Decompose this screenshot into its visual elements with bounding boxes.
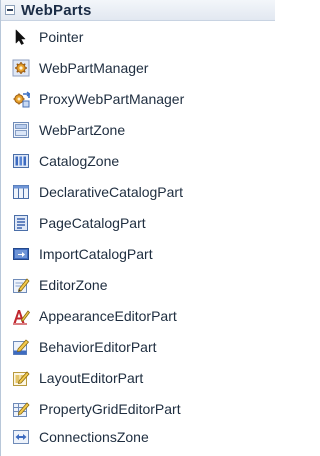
toolbox-item-label: AppearanceEditorPart — [39, 307, 177, 324]
toolbox-item-label: PropertyGridEditorPart — [39, 400, 181, 417]
toolbox-item-label: LayoutEditorPart — [39, 369, 144, 386]
toolbox-item-importcatalogpart[interactable]: ImportCatalogPart — [1, 238, 275, 269]
layouteditorpart-icon — [12, 369, 30, 387]
declarativecatalogpart-icon — [12, 183, 30, 201]
group-title: WebParts — [21, 1, 92, 19]
toolbox-item-propertygrideditorpart[interactable]: PropertyGridEditorPart — [1, 393, 275, 424]
toolbox-item-webpartmanager[interactable]: WebPartManager — [1, 52, 275, 83]
webparts-group-header[interactable]: WebParts — [1, 0, 275, 21]
toolbox-item-list: Pointer WebPartManager ProxyWebPartManag… — [1, 21, 275, 450]
pagecatalogpart-icon — [12, 214, 30, 232]
toolbox-item-label: EditorZone — [39, 276, 108, 293]
toolbox-item-pagecatalogpart[interactable]: PageCatalogPart — [1, 207, 275, 238]
collapse-icon[interactable] — [5, 5, 15, 15]
toolbox-item-label: BehaviorEditorPart — [39, 338, 157, 355]
catalogzone-icon — [12, 152, 30, 170]
toolbox-item-editorzone[interactable]: EditorZone — [1, 269, 275, 300]
toolbox-item-label: CatalogZone — [39, 152, 120, 169]
toolbox-item-label: WebPartZone — [39, 121, 126, 138]
appearanceeditorpart-icon — [12, 307, 30, 325]
webpartzone-icon — [12, 121, 30, 139]
toolbox-item-behavioreditorpart[interactable]: BehaviorEditorPart — [1, 331, 275, 362]
webpartmanager-icon — [12, 59, 30, 77]
toolbox-item-proxywebpartmanager[interactable]: ProxyWebPartManager — [1, 83, 275, 114]
toolbox-item-catalogzone[interactable]: CatalogZone — [1, 145, 275, 176]
toolbox-item-declarativecatalogpart[interactable]: DeclarativeCatalogPart — [1, 176, 275, 207]
toolbox-item-label: ConnectionsZone — [39, 429, 149, 445]
importcatalogpart-icon — [12, 245, 30, 263]
toolbox-item-appearanceeditorpart[interactable]: AppearanceEditorPart — [1, 300, 275, 331]
proxywebpartmanager-icon — [12, 90, 30, 108]
editorzone-icon — [12, 276, 30, 294]
toolbox-item-connectionszone[interactable]: ConnectionsZone — [1, 424, 275, 450]
behavioreditorpart-icon — [12, 338, 30, 356]
toolbox-panel: WebParts Pointer WebPartManager ProxyWeb… — [0, 0, 275, 456]
toolbox-item-label: ProxyWebPartManager — [39, 90, 185, 107]
toolbox-item-label: WebPartManager — [39, 59, 149, 76]
toolbox-item-layouteditorpart[interactable]: LayoutEditorPart — [1, 362, 275, 393]
toolbox-item-webpartzone[interactable]: WebPartZone — [1, 114, 275, 145]
propertygrideditorpart-icon — [12, 400, 30, 418]
pointer-icon — [12, 28, 30, 46]
toolbox-item-label: PageCatalogPart — [39, 214, 146, 231]
connectionszone-icon — [12, 428, 30, 446]
toolbox-item-pointer[interactable]: Pointer — [1, 21, 275, 52]
toolbox-item-label: Pointer — [39, 28, 84, 45]
toolbox-item-label: ImportCatalogPart — [39, 245, 153, 262]
toolbox-item-label: DeclarativeCatalogPart — [39, 183, 183, 200]
